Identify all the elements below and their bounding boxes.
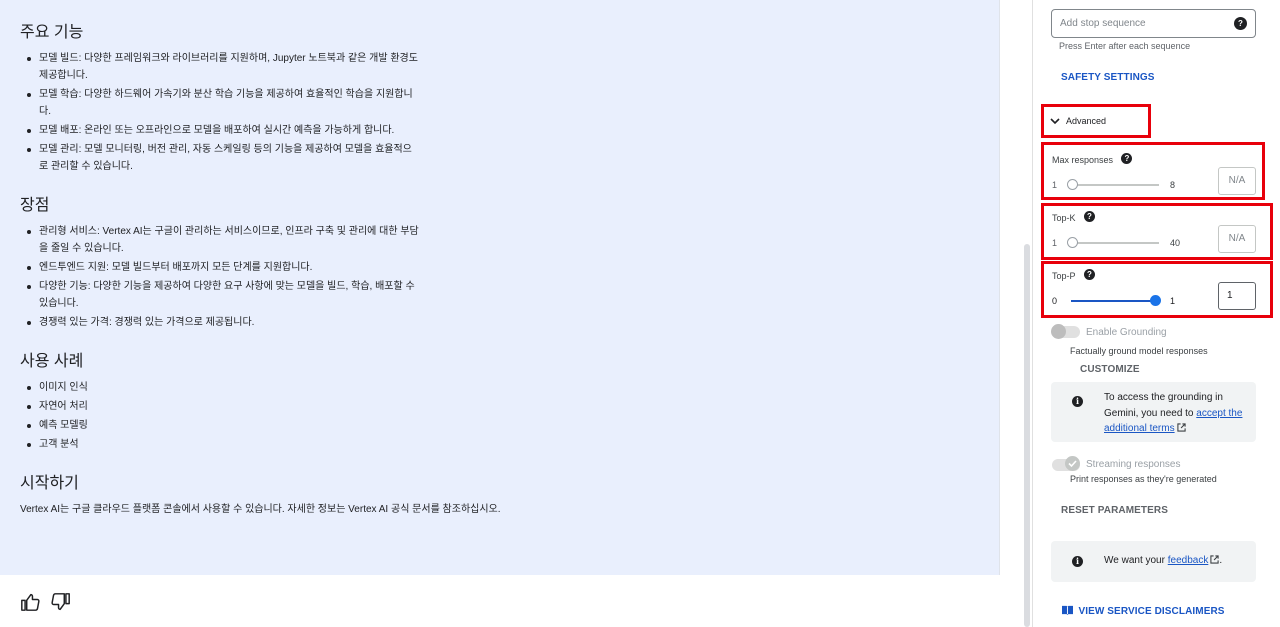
list-item: 이미지 인식	[20, 379, 420, 396]
info-icon: i	[1072, 556, 1083, 567]
top-p-value-field[interactable]: 1	[1218, 282, 1256, 310]
book-icon	[1062, 605, 1073, 615]
top-p-slider-thumb[interactable]	[1150, 295, 1161, 306]
feedback-card-text: We want your feedback.	[1104, 555, 1222, 566]
top-k-value-field[interactable]: N/A	[1218, 225, 1256, 253]
section-heading-advantages: 장점	[20, 197, 50, 214]
list-item: 자연어 처리	[20, 398, 420, 415]
thumbs-up-icon[interactable]	[20, 593, 42, 611]
section-heading-getting-started: 시작하기	[20, 475, 79, 492]
max-responses-header: Max responses ?	[1052, 150, 1133, 168]
streaming-responses-label: Streaming responses	[1086, 459, 1181, 470]
list-item: 모델 관리: 모델 모니터링, 버전 관리, 자동 스케일링 등의 기능을 제공…	[20, 141, 420, 175]
max-responses-label: Max responses	[1052, 155, 1114, 165]
stop-sequence-input[interactable]: Add stop sequence ?	[1051, 9, 1256, 38]
response-panel: 주요 기능 모델 빌드: 다양한 프레임워크와 라이브러리를 지원하며, Jup…	[0, 0, 1000, 575]
list-item: 모델 빌드: 다양한 프레임워크와 라이브러리를 지원하며, Jupyter 노…	[20, 50, 420, 84]
top-k-slider-thumb[interactable]	[1067, 237, 1078, 248]
list-item: 경쟁력 있는 가격: 경쟁력 있는 가격으로 제공됩니다.	[20, 314, 420, 331]
top-p-label: Top-P	[1052, 271, 1076, 281]
feedback-link[interactable]: feedback	[1168, 555, 1209, 566]
response-feedback-bar	[0, 575, 1000, 627]
disclaimers-label: VIEW SERVICE DISCLAIMERS	[1078, 606, 1225, 617]
external-link-icon	[1177, 423, 1187, 432]
max-responses-slider-track[interactable]	[1071, 184, 1159, 186]
enable-grounding-label: Enable Grounding	[1086, 327, 1167, 338]
top-p-max: 1	[1170, 296, 1176, 306]
help-icon[interactable]: ?	[1234, 17, 1247, 30]
toggle-knob	[1051, 324, 1066, 339]
list-item: 다양한 기능: 다양한 기능을 제공하여 다양한 요구 사항에 맞는 모델을 빌…	[20, 278, 420, 312]
grounding-sub-label: Factually ground model responses	[1070, 346, 1208, 356]
list-item: 고객 분석	[20, 436, 420, 453]
stop-sequence-hint: Press Enter after each sequence	[1059, 41, 1191, 51]
section-heading-features: 주요 기능	[20, 24, 84, 41]
list-item: 예측 모델링	[20, 417, 420, 434]
streaming-sub-label: Print responses as they're generated	[1070, 474, 1217, 484]
feedback-card: i We want your feedback.	[1051, 541, 1256, 582]
view-service-disclaimers-button[interactable]: VIEW SERVICE DISCLAIMERS	[1061, 601, 1225, 619]
help-icon[interactable]: ?	[1083, 211, 1095, 223]
external-link-icon	[1210, 555, 1219, 564]
check-icon	[1068, 460, 1077, 468]
run-settings-panel: Add stop sequence ? Press Enter after ea…	[1032, 0, 1280, 627]
max-responses-slider-thumb[interactable]	[1067, 179, 1078, 190]
safety-settings-button[interactable]: SAFETY SETTINGS	[1061, 72, 1155, 83]
advantages-list: 관리형 서비스: Vertex AI는 구글이 관리하는 서비스이므로, 인프라…	[20, 223, 420, 331]
max-responses-max: 8	[1170, 180, 1176, 190]
chevron-down-icon	[1050, 118, 1060, 125]
list-item: 모델 배포: 온라인 또는 오프라인으로 모델을 배포하여 실시간 예측을 가능…	[20, 122, 420, 139]
feedback-post: .	[1219, 555, 1223, 566]
section-heading-use-cases: 사용 사례	[20, 353, 84, 370]
grounding-info-card: i To access the grounding in Gemini, you…	[1051, 382, 1256, 442]
advanced-label: Advanced	[1066, 116, 1107, 126]
toggle-knob	[1065, 456, 1080, 471]
list-item: 관리형 서비스: Vertex AI는 구글이 관리하는 서비스이므로, 인프라…	[20, 223, 420, 257]
max-responses-min: 1	[1052, 180, 1058, 190]
info-icon: i	[1072, 396, 1083, 407]
top-k-label: Top-K	[1052, 213, 1076, 223]
top-p-header: Top-P ?	[1052, 266, 1095, 284]
thumbs-down-icon[interactable]	[51, 593, 73, 611]
grounding-info-text: To access the grounding in Gemini, you n…	[1104, 390, 1244, 437]
top-k-slider-track[interactable]	[1071, 242, 1159, 244]
use-cases-list: 이미지 인식 자연어 처리 예측 모델링 고객 분석	[20, 379, 420, 453]
features-list: 모델 빌드: 다양한 프레임워크와 라이브러리를 지원하며, Jupyter 노…	[20, 50, 420, 175]
help-icon[interactable]: ?	[1121, 153, 1133, 165]
max-responses-value-field[interactable]: N/A	[1218, 167, 1256, 195]
customize-button[interactable]: CUSTOMIZE	[1080, 364, 1140, 375]
feedback-pre: We want your	[1104, 555, 1165, 566]
response-content: 주요 기능 모델 빌드: 다양한 프레임워크와 라이브러리를 지원하며, Jup…	[20, 18, 501, 518]
top-k-max: 40	[1170, 238, 1181, 248]
getting-started-text: Vertex AI는 구글 클라우드 플랫폼 콘솔에서 사용할 수 있습니다. …	[20, 504, 501, 515]
reset-parameters-button[interactable]: RESET PARAMETERS	[1061, 505, 1168, 516]
stop-sequence-placeholder: Add stop sequence	[1060, 18, 1146, 29]
top-k-header: Top-K ?	[1052, 208, 1095, 226]
list-item: 엔드투엔드 지원: 모델 빌드부터 배포까지 모든 단계를 지원합니다.	[20, 259, 420, 276]
top-p-min: 0	[1052, 296, 1058, 306]
scrollbar-thumb[interactable]	[1024, 244, 1030, 627]
top-p-slider-track[interactable]	[1071, 300, 1159, 302]
top-k-min: 1	[1052, 238, 1058, 248]
list-item: 모델 학습: 다양한 하드웨어 가속기와 분산 학습 기능을 제공하여 효율적인…	[20, 86, 420, 120]
help-icon[interactable]: ?	[1083, 269, 1095, 281]
